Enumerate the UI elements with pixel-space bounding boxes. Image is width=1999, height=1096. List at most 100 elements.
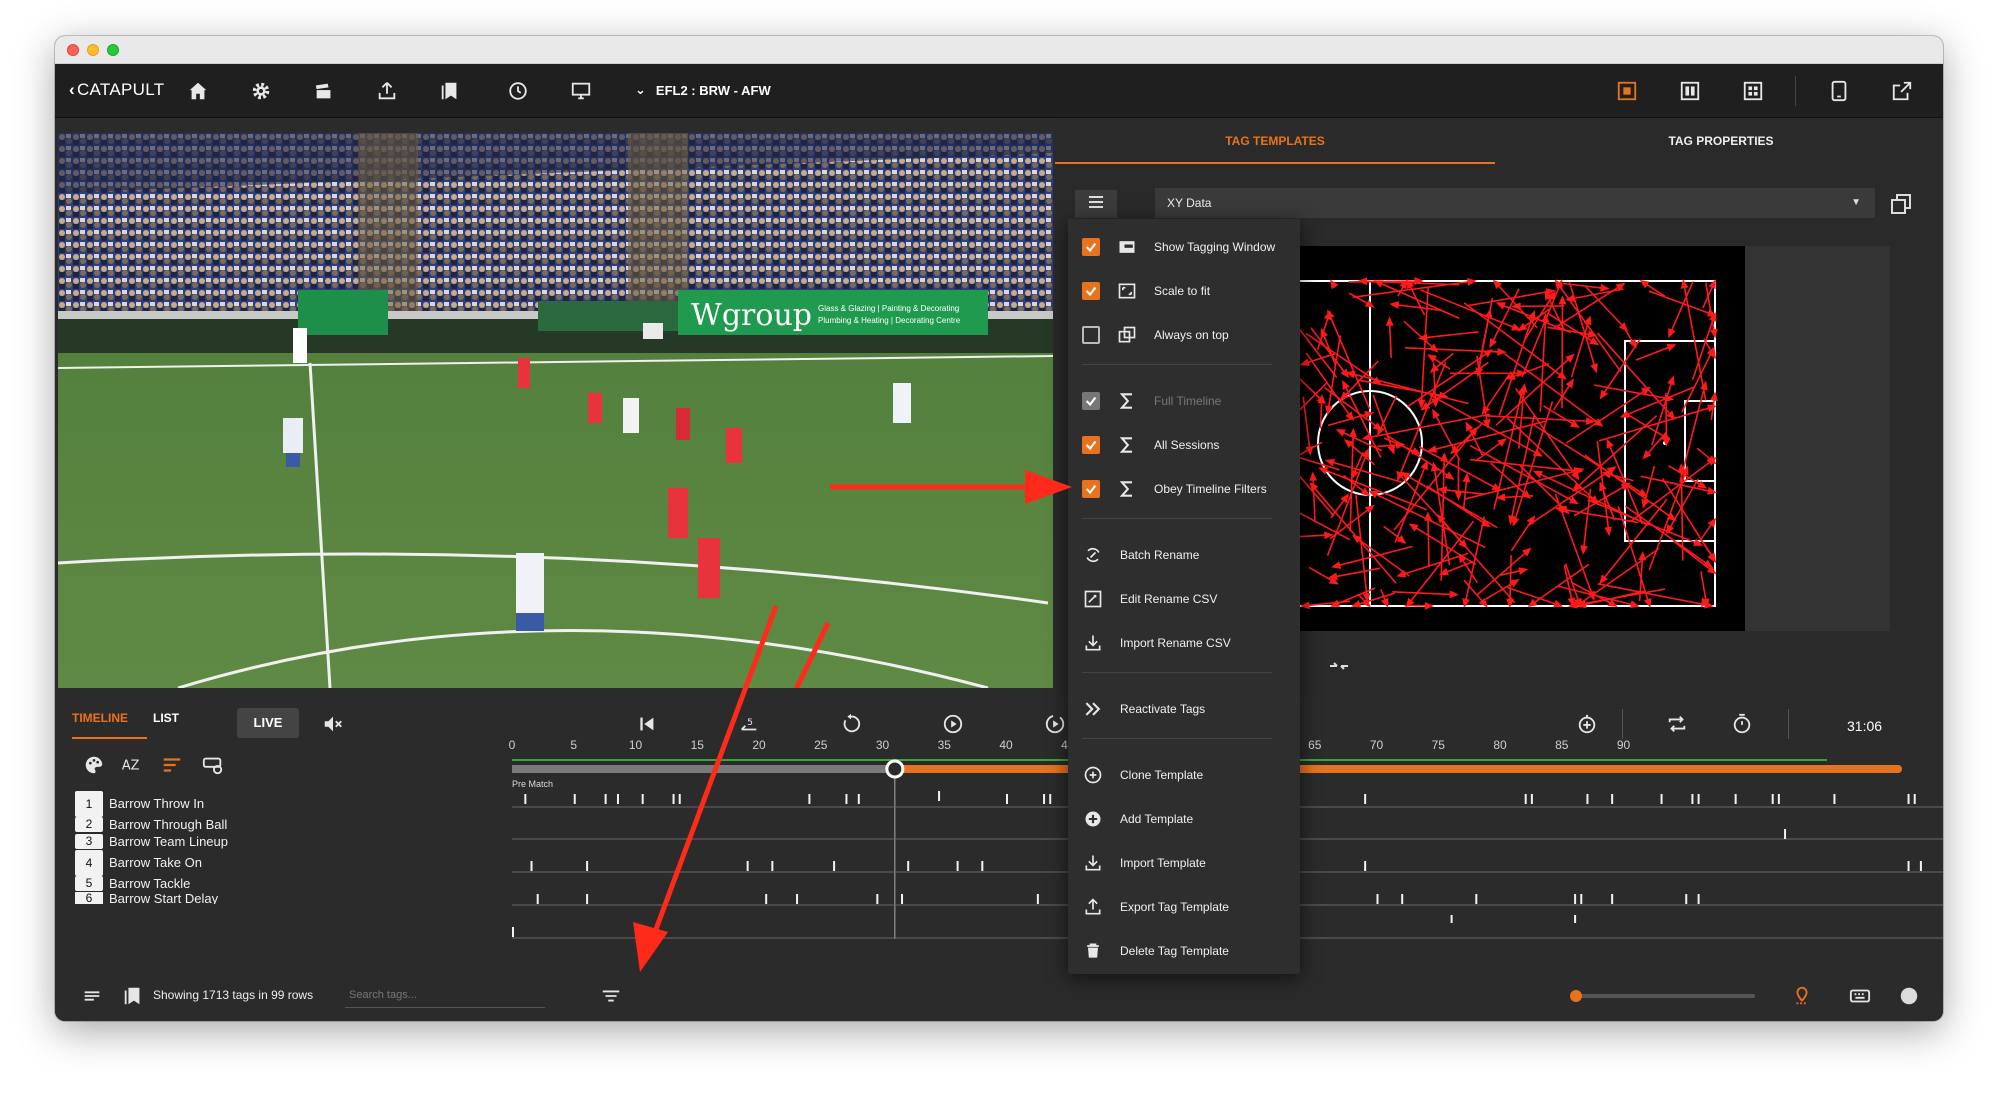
open-external-icon[interactable] xyxy=(1889,78,1915,104)
row-filter-icon[interactable] xyxy=(201,753,225,777)
minimize-window-button[interactable] xyxy=(87,44,99,56)
tag-arrow-head xyxy=(1484,308,1493,319)
gear-icon[interactable] xyxy=(248,78,274,104)
tag-arrow-head xyxy=(1600,283,1610,292)
tag-arrow-head xyxy=(1420,460,1428,471)
menu-item-always-on-top[interactable]: Always on top xyxy=(1068,313,1300,357)
zoom-slider-handle[interactable] xyxy=(1570,990,1582,1002)
menu-item-reactivate-tags[interactable]: Reactivate Tags xyxy=(1068,687,1300,731)
camera-icon[interactable] xyxy=(311,78,337,104)
template-select[interactable]: XY Data ▼ xyxy=(1155,188,1875,218)
import-icon xyxy=(1082,632,1104,654)
checkbox-checked[interactable] xyxy=(1082,238,1100,256)
list-item[interactable]: 3 Barrow Team Lineup xyxy=(75,833,315,850)
status-circle-icon[interactable] xyxy=(1897,984,1921,1008)
list-item[interactable]: 5 Barrow Tackle xyxy=(75,875,315,892)
tablet-icon[interactable] xyxy=(1826,78,1852,104)
menu-item-all-sessions[interactable]: All Sessions xyxy=(1068,423,1300,467)
row-number: 6 xyxy=(75,892,103,904)
tag-arrow-head xyxy=(1697,480,1708,489)
timeline-prematch-bar xyxy=(512,765,890,773)
monitor-icon[interactable] xyxy=(568,78,594,104)
tag-mark xyxy=(1697,794,1700,804)
location-pin-icon[interactable] xyxy=(1790,984,1814,1008)
tag-mark xyxy=(857,794,860,804)
tag-mark xyxy=(1691,794,1694,804)
zoom-timeline-icon[interactable] xyxy=(1575,712,1599,736)
tag-arrow-head xyxy=(1462,472,1471,483)
sort-order-icon[interactable] xyxy=(160,753,184,777)
live-button[interactable]: LIVE xyxy=(237,708,299,738)
sort-alpha-icon[interactable]: AZ xyxy=(120,753,144,777)
checkbox-checked[interactable] xyxy=(1082,480,1100,498)
list-item[interactable]: 1 Barrow Throw In xyxy=(75,790,315,817)
stopwatch-icon[interactable] xyxy=(1730,712,1754,736)
zoom-slider-track[interactable] xyxy=(1575,994,1755,998)
zoom-window-button[interactable] xyxy=(107,44,119,56)
upload-icon[interactable] xyxy=(374,78,400,104)
tag-mark xyxy=(833,861,836,871)
mute-icon[interactable] xyxy=(321,712,345,736)
menu-item-label: Clone Template xyxy=(1120,768,1204,782)
checkbox-unchecked[interactable] xyxy=(1082,326,1100,344)
menu-item-export-tag-template[interactable]: Export Tag Template xyxy=(1068,885,1300,929)
tag-arrow-head xyxy=(1318,467,1329,475)
filter-icon[interactable] xyxy=(599,984,623,1008)
loop-icon[interactable] xyxy=(1665,712,1689,736)
quad-view-icon[interactable] xyxy=(1740,78,1766,104)
tab-tag-properties[interactable]: TAG PROPERTIES xyxy=(1499,118,1943,164)
bookmark-icon[interactable] xyxy=(437,78,463,104)
row-label: Barrow Throw In xyxy=(109,796,205,811)
tag-arrow-head xyxy=(1497,347,1507,356)
tag-arrow-head xyxy=(1351,469,1359,480)
timeline-tick-label: 40 xyxy=(999,738,1013,752)
clock-icon[interactable] xyxy=(505,78,531,104)
replay-icon[interactable] xyxy=(839,712,863,736)
tag-mark xyxy=(1530,794,1533,804)
list-item[interactable]: 6 Barrow Start Delay xyxy=(75,892,315,904)
video-player[interactable]: Wgroup Glass & Glazing | Painting & Deco… xyxy=(58,133,1053,688)
checkbox-checked[interactable] xyxy=(1082,282,1100,300)
menu-item-add-template[interactable]: Add Template xyxy=(1068,797,1300,841)
step-forward-icon[interactable] xyxy=(1043,712,1067,736)
dual-view-icon[interactable] xyxy=(1677,78,1703,104)
tag-arrow-head xyxy=(1357,277,1368,286)
tab-list[interactable]: LIST xyxy=(153,711,179,725)
template-menu-button[interactable] xyxy=(1075,190,1117,218)
tag-arrow xyxy=(1420,286,1429,407)
checkbox-checked[interactable] xyxy=(1082,436,1100,454)
step-back-5-icon[interactable]: 5 xyxy=(737,712,761,736)
menu-item-delete-tag-template[interactable]: Delete Tag Template xyxy=(1068,929,1300,973)
tag-arrow-head xyxy=(1589,337,1600,346)
palette-icon[interactable] xyxy=(82,753,106,777)
menu-item-obey-timeline-filters[interactable]: Obey Timeline Filters xyxy=(1068,467,1300,511)
menu-item-clone-template[interactable]: Clone Template xyxy=(1068,753,1300,797)
menu-item-show-tagging-window[interactable]: Show Tagging Window xyxy=(1068,225,1300,269)
bookmark-icon[interactable] xyxy=(121,984,145,1008)
tab-tag-templates[interactable]: TAG TEMPLATES xyxy=(1055,118,1495,164)
menu-item-batch-rename[interactable]: Batch Rename xyxy=(1068,533,1300,577)
collapse-icon[interactable] xyxy=(1327,654,1351,678)
keyboard-icon[interactable] xyxy=(1848,984,1872,1008)
session-selector[interactable]: ⌄ EFL2 : BRW - AFW xyxy=(635,82,771,98)
close-window-button[interactable] xyxy=(67,44,79,56)
menu-item-edit-rename-csv[interactable]: Edit Rename CSV xyxy=(1068,577,1300,621)
menu-lines-icon[interactable] xyxy=(80,984,104,1008)
list-item[interactable]: 2 Barrow Through Ball xyxy=(75,816,315,833)
checkbox-checked[interactable] xyxy=(1082,392,1100,410)
tag-arrow-head xyxy=(1466,278,1477,286)
single-view-icon[interactable] xyxy=(1614,78,1640,104)
tab-timeline[interactable]: TIMELINE xyxy=(72,711,147,739)
skip-start-icon[interactable] xyxy=(635,712,659,736)
play-icon[interactable] xyxy=(941,712,965,736)
menu-item-import-rename-csv[interactable]: Import Rename CSV xyxy=(1068,621,1300,665)
list-item[interactable]: 4 Barrow Take On xyxy=(75,849,315,876)
search-tags-input[interactable] xyxy=(345,982,545,1008)
tag-mark xyxy=(808,794,811,804)
menu-item-scale-to-fit[interactable]: Scale to fit xyxy=(1068,269,1300,313)
popout-window-icon[interactable] xyxy=(1889,192,1913,216)
menu-item-import-template[interactable]: Import Template xyxy=(1068,841,1300,885)
home-icon[interactable] xyxy=(185,78,211,104)
csv-edit-icon xyxy=(1082,588,1104,610)
xy-pitch-map[interactable] xyxy=(1245,246,1745,631)
